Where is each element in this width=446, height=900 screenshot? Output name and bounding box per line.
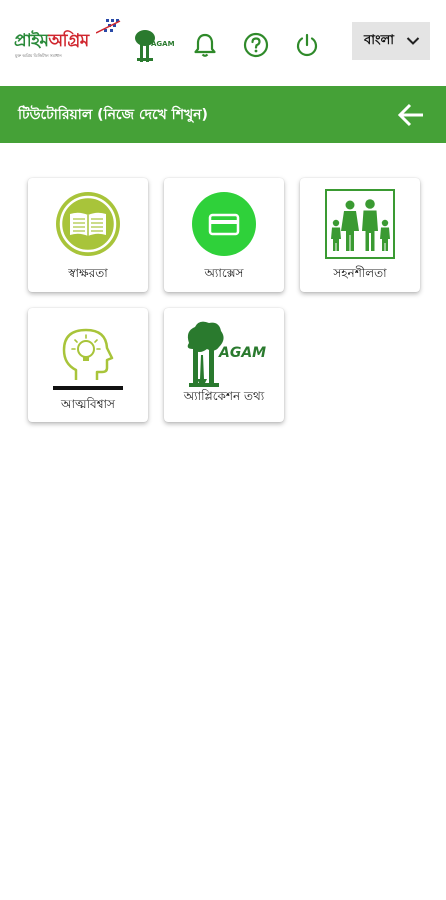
top-bar: প্রাইমঅগ্রিম মুক্ত অগ্রিম ডিজিটাল সমাধান…: [0, 0, 446, 86]
card-app-info[interactable]: AGAM অ্যাপ্লিকেশন তথ্য: [164, 308, 284, 422]
agam-logo-text: AGAM: [218, 345, 266, 361]
logo-dots-icon: [96, 19, 121, 34]
card-label: অ্যাক্সেস: [204, 266, 244, 280]
page-title: টিউটোরিয়াল (নিজে দেখে শিখুন): [18, 107, 208, 123]
family-icon: [325, 189, 395, 259]
card-literacy[interactable]: স্বাক্ষরতা: [28, 178, 148, 292]
card-label: সহনশীলতা: [333, 266, 387, 280]
back-arrow-icon[interactable]: [396, 100, 426, 130]
agam-logo-icon: AGAM: [187, 321, 266, 387]
card-confidence[interactable]: আত্মবিশ্বাস: [28, 308, 148, 422]
bell-icon[interactable]: [192, 32, 218, 58]
card-label: স্বাক্ষরতা: [68, 266, 108, 280]
card-resilience[interactable]: সহনশীলতা: [300, 178, 420, 292]
page-header: টিউটোরিয়াল (নিজে দেখে শিখুন): [0, 86, 446, 143]
card-access[interactable]: অ্যাক্সেস: [164, 178, 284, 292]
card-icon: [192, 192, 256, 256]
agam-small-text: AGAM: [151, 40, 175, 48]
logo-text-ogrim: অগ্রিম: [48, 31, 89, 51]
logo-subtext: মুক্ত অগ্রিম ডিজিটাল সমাধান: [15, 53, 62, 58]
prime-ogrim-logo: প্রাইমঅগ্রিম মুক্ত অগ্রিম ডিজিটাল সমাধান: [12, 18, 122, 66]
help-icon[interactable]: [243, 32, 269, 58]
book-icon: [56, 192, 120, 256]
card-label: অ্যাপ্লিকেশন তথ্য: [183, 389, 265, 403]
card-label: আত্মবিশ্বাস: [61, 397, 115, 411]
head-bulb-icon: [53, 328, 123, 390]
logo-text-prime: প্রাইম: [14, 31, 49, 51]
language-value: বাংলা: [364, 32, 395, 48]
language-dropdown[interactable]: বাংলা: [352, 22, 430, 60]
power-icon[interactable]: [294, 32, 320, 58]
chevron-down-icon: [406, 37, 420, 45]
